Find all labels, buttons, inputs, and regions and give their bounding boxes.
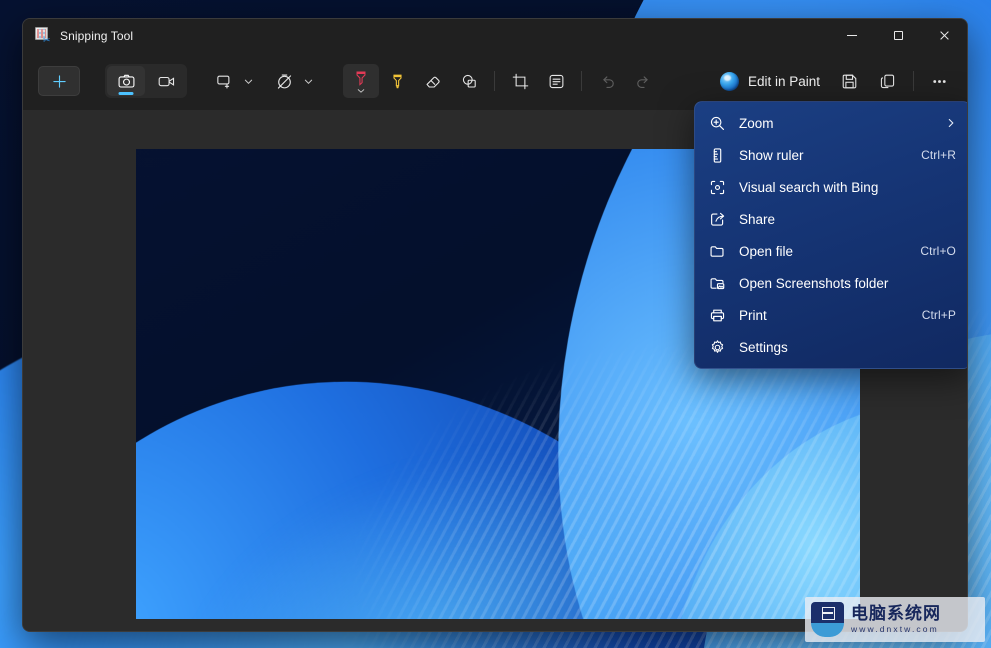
highlighter-button[interactable]: [379, 64, 415, 98]
menu-item-open-file[interactable]: Open file Ctrl+O: [699, 235, 966, 267]
capture-mode-group: [105, 64, 187, 98]
menu-item-accel: Ctrl+R: [921, 148, 956, 162]
crop-button[interactable]: [502, 64, 538, 98]
menu-item-visual-search[interactable]: Visual search with Bing: [699, 171, 966, 203]
visual-search-icon: [708, 178, 727, 197]
menu-item-label: Open file: [739, 243, 794, 259]
see-more-button[interactable]: [921, 64, 957, 98]
desktop-background: ✂ Snipping Tool Edit in Paint Zoom Show …: [0, 0, 991, 648]
snipping-tool-icon: ✂: [35, 27, 52, 45]
edit-in-paint-label: Edit in Paint: [747, 73, 820, 89]
snipping-tool-window: ✂ Snipping Tool Edit in Paint Zoom Show …: [22, 18, 968, 632]
record-mode-button[interactable]: [147, 66, 185, 96]
menu-item-label: Share: [739, 211, 776, 227]
printer-icon: [708, 306, 727, 325]
plus-icon: [38, 66, 80, 96]
menu-item-label: Settings: [739, 339, 788, 355]
save-button[interactable]: [830, 64, 868, 98]
selected-indicator: [118, 92, 134, 95]
new-snip-button[interactable]: [35, 64, 83, 98]
delay-split-button[interactable]: [265, 64, 317, 98]
eraser-button[interactable]: [415, 64, 451, 98]
menu-item-label: Print: [739, 307, 767, 323]
menu-item-label: Visual search with Bing: [739, 179, 879, 195]
folder-icon: [708, 242, 727, 261]
menu-item-print[interactable]: Print Ctrl+P: [699, 299, 966, 331]
copy-button[interactable]: [868, 64, 906, 98]
redo-button[interactable]: [625, 64, 661, 98]
maximize-button[interactable]: [875, 19, 921, 52]
menu-item-label: Show ruler: [739, 147, 804, 163]
pen-chevron-down-icon: [357, 88, 365, 93]
watermark-title: 电脑系统网: [851, 604, 941, 624]
watermark: 电脑系统网 www.dnxtw.com: [805, 597, 985, 642]
menu-item-open-screenshots-folder[interactable]: Open Screenshots folder: [699, 267, 966, 299]
close-button[interactable]: [921, 19, 967, 52]
snip-mode-button[interactable]: [107, 66, 145, 96]
snipping-mode-split-button[interactable]: [205, 64, 257, 98]
menu-item-label: Zoom: [739, 115, 774, 131]
menu-item-show-ruler[interactable]: Show ruler Ctrl+R: [699, 139, 966, 171]
window-controls: [829, 19, 967, 52]
minimize-button[interactable]: [829, 19, 875, 52]
watermark-logo-icon: [811, 602, 844, 637]
snipping-mode-button[interactable]: [205, 64, 239, 98]
gear-icon: [708, 338, 727, 357]
shapes-button[interactable]: [451, 64, 487, 98]
ballpoint-pen-button[interactable]: [343, 64, 379, 98]
toolbar-divider: [494, 71, 495, 91]
paint-icon: [719, 71, 739, 91]
toolbar-divider-3: [913, 71, 914, 91]
menu-item-settings[interactable]: Settings: [699, 331, 966, 363]
edit-in-paint-button[interactable]: Edit in Paint: [712, 65, 830, 97]
menu-item-accel: Ctrl+O: [920, 244, 956, 258]
toolbar-divider-2: [581, 71, 582, 91]
delay-chevron-down-icon[interactable]: [299, 64, 317, 98]
folder-image-icon: [708, 274, 727, 293]
undo-button[interactable]: [589, 64, 625, 98]
title-bar: ✂ Snipping Tool: [23, 19, 967, 52]
menu-item-accel: Ctrl+P: [921, 308, 956, 322]
see-more-menu: Zoom Show ruler Ctrl+R Visual search wit…: [694, 101, 967, 369]
zoom-in-icon: [708, 114, 727, 133]
menu-item-label: Open Screenshots folder: [739, 275, 889, 291]
watermark-url: www.dnxtw.com: [851, 624, 939, 634]
snipping-mode-chevron-down-icon[interactable]: [239, 64, 257, 98]
delay-button[interactable]: [265, 64, 299, 98]
chevron-right-icon: [946, 118, 956, 128]
menu-item-zoom[interactable]: Zoom: [699, 107, 966, 139]
text-actions-button[interactable]: [538, 64, 574, 98]
window-title: Snipping Tool: [60, 28, 134, 43]
menu-item-share[interactable]: Share: [699, 203, 966, 235]
share-icon: [708, 210, 727, 229]
ruler-icon: [708, 146, 727, 165]
